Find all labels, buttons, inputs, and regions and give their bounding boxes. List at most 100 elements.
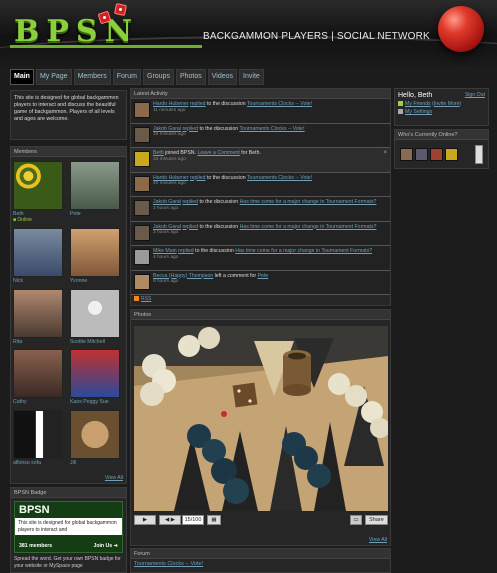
member-avatar[interactable] (13, 228, 63, 277)
activity-avatar[interactable] (134, 126, 150, 143)
member-avatar[interactable] (70, 161, 120, 210)
activity-user[interactable]: Jakob Garal (153, 224, 181, 230)
member-name[interactable]: Scottie Mitchell (70, 339, 120, 345)
member-card[interactable]: Pete (70, 161, 120, 217)
member-card[interactable]: Rita (13, 289, 63, 345)
activity-user[interactable]: Jakob Garal (153, 126, 181, 132)
photos-view-all[interactable]: View All (369, 537, 387, 543)
member-avatar[interactable] (70, 289, 120, 338)
activity-item: Mike Main replied to the discussion Has … (131, 246, 390, 271)
member-card[interactable]: Beth ■ Online (13, 161, 63, 223)
activity-verb[interactable]: replied (190, 101, 206, 107)
member-avatar[interactable] (13, 349, 63, 398)
site-logo[interactable]: BPSN (14, 14, 139, 49)
activity-user[interactable]: Beth (153, 150, 164, 156)
tab-forum[interactable]: Forum (112, 69, 141, 85)
rss-label[interactable]: RSS (141, 296, 151, 302)
my-settings-link[interactable]: My Settings (405, 109, 432, 115)
forum-topic-link[interactable]: Tournaments Clocks -- Vote! (131, 559, 390, 569)
fullscreen-icon[interactable]: ▭ (350, 515, 362, 525)
badge-description: This site is designed for global backgam… (15, 518, 122, 535)
grid-view-icon[interactable]: ▦ (207, 515, 221, 525)
activity-target-link[interactable]: Pete (258, 273, 269, 279)
tab-videos[interactable]: Videos (207, 69, 238, 85)
tab-my-page[interactable]: My Page (35, 69, 72, 85)
activity-verb[interactable]: replied (178, 248, 194, 254)
member-name[interactable]: Jill (70, 460, 120, 466)
member-card[interactable]: Cathy (13, 349, 63, 405)
member-name[interactable]: Kaos Peggy Sue (70, 399, 120, 405)
member-name[interactable]: Rita (13, 339, 63, 345)
member-name[interactable]: Cathy (13, 399, 63, 405)
activity-target-link[interactable]: Has time come for a major change in Tour… (240, 224, 377, 230)
member-name[interactable]: Nick (13, 278, 63, 284)
member-card[interactable]: Yvonne (70, 228, 120, 284)
activity-user[interactable]: Hardo Hubener (153, 101, 188, 107)
member-avatar[interactable] (13, 410, 63, 459)
online-avatar[interactable] (415, 148, 428, 161)
activity-avatar[interactable] (134, 273, 150, 290)
member-card[interactable]: alfonso sofa (13, 410, 63, 466)
backgammon-board-image (134, 326, 388, 511)
activity-avatar[interactable] (134, 224, 150, 241)
activity-user[interactable]: Becca (Happy) Thompson (153, 273, 213, 279)
member-avatar[interactable] (70, 410, 120, 459)
member-card[interactable]: Nick (13, 228, 63, 284)
tab-photos[interactable]: Photos (175, 69, 206, 85)
photo-counter: 15/100 (182, 515, 204, 525)
activity-target-link[interactable]: Tournaments Clocks -- Vote! (239, 126, 304, 132)
rss-icon (134, 296, 139, 301)
online-scrollbar[interactable] (475, 145, 483, 164)
activity-target-link[interactable]: Has time come for a major change in Tour… (240, 199, 377, 205)
my-friends-link[interactable]: My Friends (405, 101, 431, 107)
members-view-all[interactable]: View All (105, 475, 123, 481)
activity-verb[interactable]: replied (190, 175, 206, 181)
activity-verb[interactable]: replied (182, 126, 198, 132)
activity-verb[interactable]: replied (182, 199, 198, 205)
activity-target-link[interactable]: Has time come for a major change in Tour… (235, 248, 372, 254)
slideshow-photo[interactable] (134, 326, 388, 511)
play-button[interactable]: ▶ (134, 515, 156, 525)
member-card[interactable]: Scottie Mitchell (70, 289, 120, 345)
activity-target-link[interactable]: Tournaments Clocks -- Vote! (247, 101, 312, 107)
activity-user[interactable]: Mike Main (153, 248, 177, 254)
online-avatar[interactable] (430, 148, 443, 161)
prev-next-buttons[interactable]: ◀ ▶ (159, 515, 181, 525)
join-us-button[interactable]: Join Us ➜ (93, 543, 118, 549)
intro-panel: This site is designed for global backgam… (10, 90, 127, 140)
activity-verb[interactable]: replied (182, 224, 198, 230)
arrow-circle-icon: ➜ (113, 543, 118, 549)
activity-avatar[interactable] (134, 151, 150, 167)
member-avatar[interactable] (13, 161, 63, 210)
activity-time: 2 hours ago (153, 205, 179, 211)
member-avatar[interactable] (70, 349, 120, 398)
activity-avatar[interactable] (134, 249, 150, 265)
member-card[interactable]: Jill (70, 410, 120, 466)
close-icon[interactable]: × (383, 150, 387, 156)
activity-user[interactable]: Hardo Hubener (153, 175, 188, 181)
member-card[interactable]: Kaos Peggy Sue (70, 349, 120, 405)
activity-target-link[interactable]: Leave a Comment (197, 150, 239, 156)
bpsn-badge[interactable]: BPSN This site is designed for global ba… (14, 501, 123, 553)
member-name[interactable]: Pete (70, 211, 120, 217)
member-avatar[interactable] (70, 228, 120, 277)
member-name[interactable]: Yvonne (70, 278, 120, 284)
online-avatar[interactable] (445, 148, 458, 161)
tab-members[interactable]: Members (73, 69, 111, 85)
tab-invite[interactable]: Invite (239, 69, 264, 85)
activity-avatar[interactable] (134, 200, 150, 216)
tab-main[interactable]: Main (10, 69, 34, 85)
invite-more-link[interactable]: Invite More (434, 101, 460, 107)
activity-avatar[interactable] (134, 102, 150, 118)
rss-link[interactable]: RSS (134, 296, 151, 302)
share-button[interactable]: Share (365, 515, 388, 525)
activity-avatar[interactable] (134, 175, 150, 192)
activity-target-link[interactable]: Tournaments Clocks -- Vote! (247, 175, 312, 181)
online-avatar[interactable] (400, 148, 413, 161)
member-avatar[interactable] (13, 289, 63, 338)
member-name[interactable]: alfonso sofa (13, 460, 63, 466)
activity-text: Jakob Garal replied to the discussion Ha… (153, 224, 387, 231)
tab-groups[interactable]: Groups (143, 69, 174, 85)
activity-user[interactable]: Jakob Garal (153, 199, 181, 205)
sign-out-link[interactable]: Sign Out (465, 92, 485, 98)
